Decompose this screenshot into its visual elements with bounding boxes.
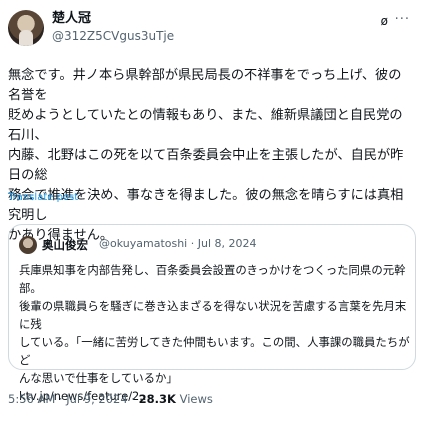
- avatar[interactable]: [8, 10, 44, 46]
- views-label: Views: [175, 392, 213, 406]
- quoted-body: 兵庫県知事を内部告発し、百条委員会設置のきっかけをつくった同県の元幹部。 後輩の…: [19, 263, 410, 385]
- more-icon[interactable]: ···: [395, 12, 410, 27]
- quoted-text: 兵庫県知事を内部告発し、百条委員会設置のきっかけをつくった同県の元幹部。 後輩の…: [19, 261, 413, 405]
- grok-icon[interactable]: ø: [381, 14, 388, 28]
- quoted-author-name: 奥山俊宏: [42, 238, 88, 252]
- tweet-header: 楚人冠 @312Z5CVgus3uTje ø ···: [8, 10, 416, 54]
- tweet-text: 無念です。井ノ本ら県幹部が県民局長の不祥事をでっち上げ、彼の名誉を 貶めようとし…: [8, 68, 404, 243]
- views-count: 28.3K: [138, 392, 176, 406]
- quoted-post[interactable]: 奥山俊宏 @okuyamatoshi · Jul 8, 2024 兵庫県知事を内…: [8, 224, 416, 403]
- author-display-name[interactable]: 楚人冠: [52, 11, 91, 27]
- author-handle[interactable]: @312Z5CVgus3uTje: [52, 29, 174, 44]
- translate-post-link[interactable]: Translate post: [8, 192, 78, 203]
- quoted-author-meta: @okuyamatoshi · Jul 8, 2024: [99, 237, 257, 250]
- post-timestamp[interactable]: 5:56 AM · Jul 9, 2024 ·: [8, 392, 139, 406]
- post-metadata: 5:56 AM · Jul 9, 2024 · 28.3K Views: [8, 392, 213, 406]
- quoted-avatar: [19, 236, 37, 254]
